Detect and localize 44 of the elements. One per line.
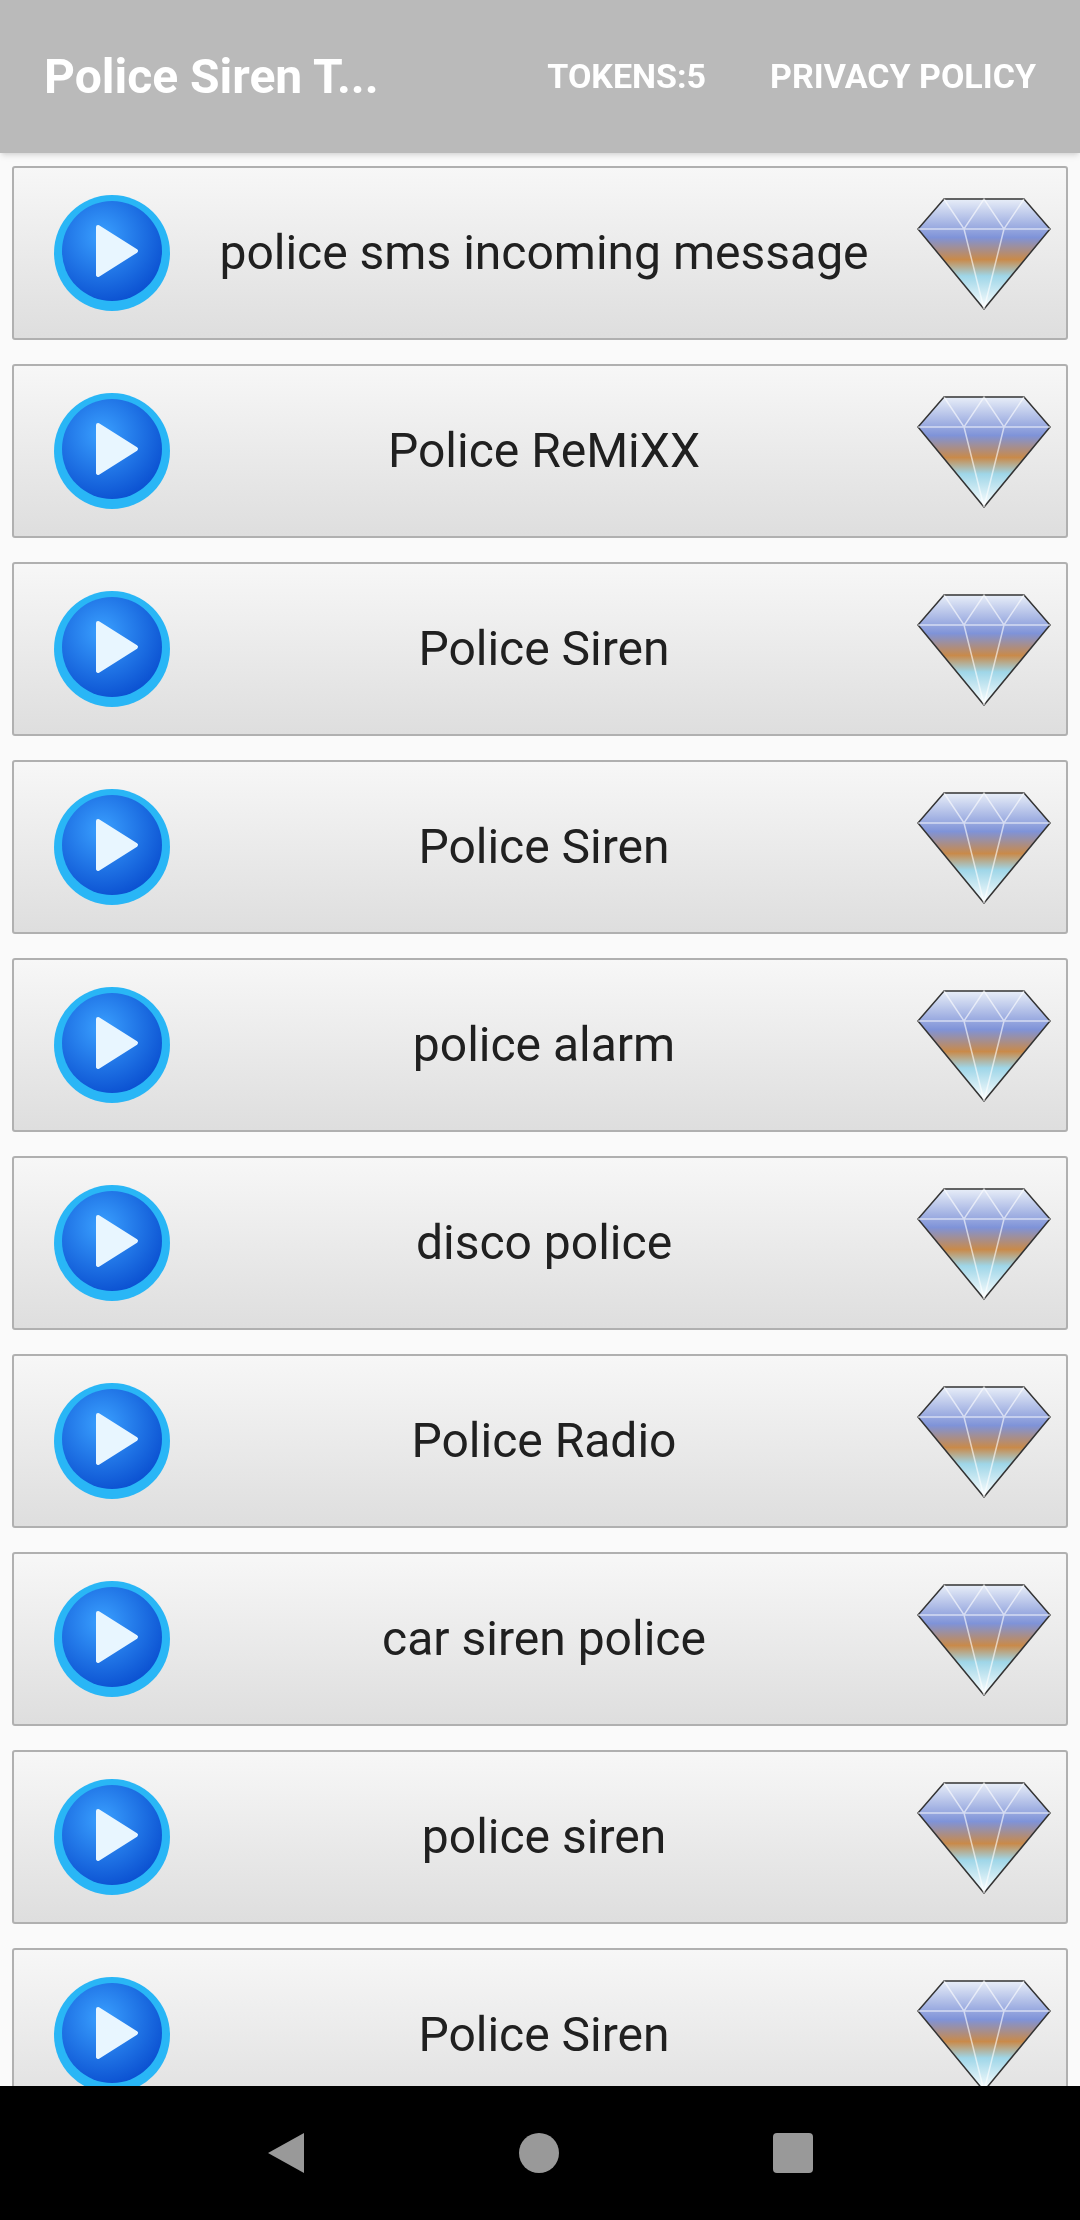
play-icon[interactable]: [52, 787, 172, 907]
diamond-icon[interactable]: [916, 1581, 1052, 1697]
play-icon[interactable]: [52, 1777, 172, 1897]
sound-name: Police Siren: [417, 619, 671, 679]
sound-row[interactable]: disco police: [12, 1156, 1068, 1330]
sound-name: Police ReMiXX: [387, 421, 701, 481]
sound-row[interactable]: Police Siren: [12, 1948, 1068, 2086]
diamond-icon[interactable]: [916, 1977, 1052, 2086]
app-title: Police Siren T...: [44, 46, 380, 107]
diamond-icon[interactable]: [916, 195, 1052, 311]
sound-name: police sms incoming message: [218, 223, 870, 283]
sound-row[interactable]: police sms incoming message: [12, 166, 1068, 340]
sound-row[interactable]: police siren: [12, 1750, 1068, 1924]
sound-name: car siren police: [381, 1609, 707, 1669]
diamond-icon[interactable]: [916, 987, 1052, 1103]
home-icon[interactable]: [518, 2132, 560, 2174]
play-icon[interactable]: [52, 985, 172, 1105]
play-icon[interactable]: [52, 1975, 172, 2086]
sound-name: disco police: [414, 1213, 674, 1273]
diamond-icon[interactable]: [916, 1185, 1052, 1301]
sound-row[interactable]: police alarm: [12, 958, 1068, 1132]
sound-row[interactable]: car siren police: [12, 1552, 1068, 1726]
play-icon[interactable]: [52, 193, 172, 313]
sound-row[interactable]: Police Radio: [12, 1354, 1068, 1528]
diamond-icon[interactable]: [916, 789, 1052, 905]
sound-name: Police Siren: [417, 817, 671, 877]
sound-name: Police Siren: [417, 2005, 671, 2065]
diamond-icon[interactable]: [916, 1779, 1052, 1895]
sound-row[interactable]: Police Siren: [12, 562, 1068, 736]
play-icon[interactable]: [52, 1183, 172, 1303]
diamond-icon[interactable]: [916, 393, 1052, 509]
sound-name: police alarm: [411, 1015, 677, 1075]
sound-row[interactable]: Police ReMiXX: [12, 364, 1068, 538]
sound-row[interactable]: Police Siren: [12, 760, 1068, 934]
sound-name: police siren: [420, 1807, 668, 1867]
play-icon[interactable]: [52, 1579, 172, 1699]
play-icon[interactable]: [52, 589, 172, 709]
play-icon[interactable]: [52, 391, 172, 511]
recents-icon[interactable]: [772, 2132, 814, 2174]
diamond-icon[interactable]: [916, 1383, 1052, 1499]
back-icon[interactable]: [266, 2131, 306, 2175]
sound-name: Police Radio: [410, 1411, 678, 1471]
play-icon[interactable]: [52, 1381, 172, 1501]
diamond-icon[interactable]: [916, 591, 1052, 707]
